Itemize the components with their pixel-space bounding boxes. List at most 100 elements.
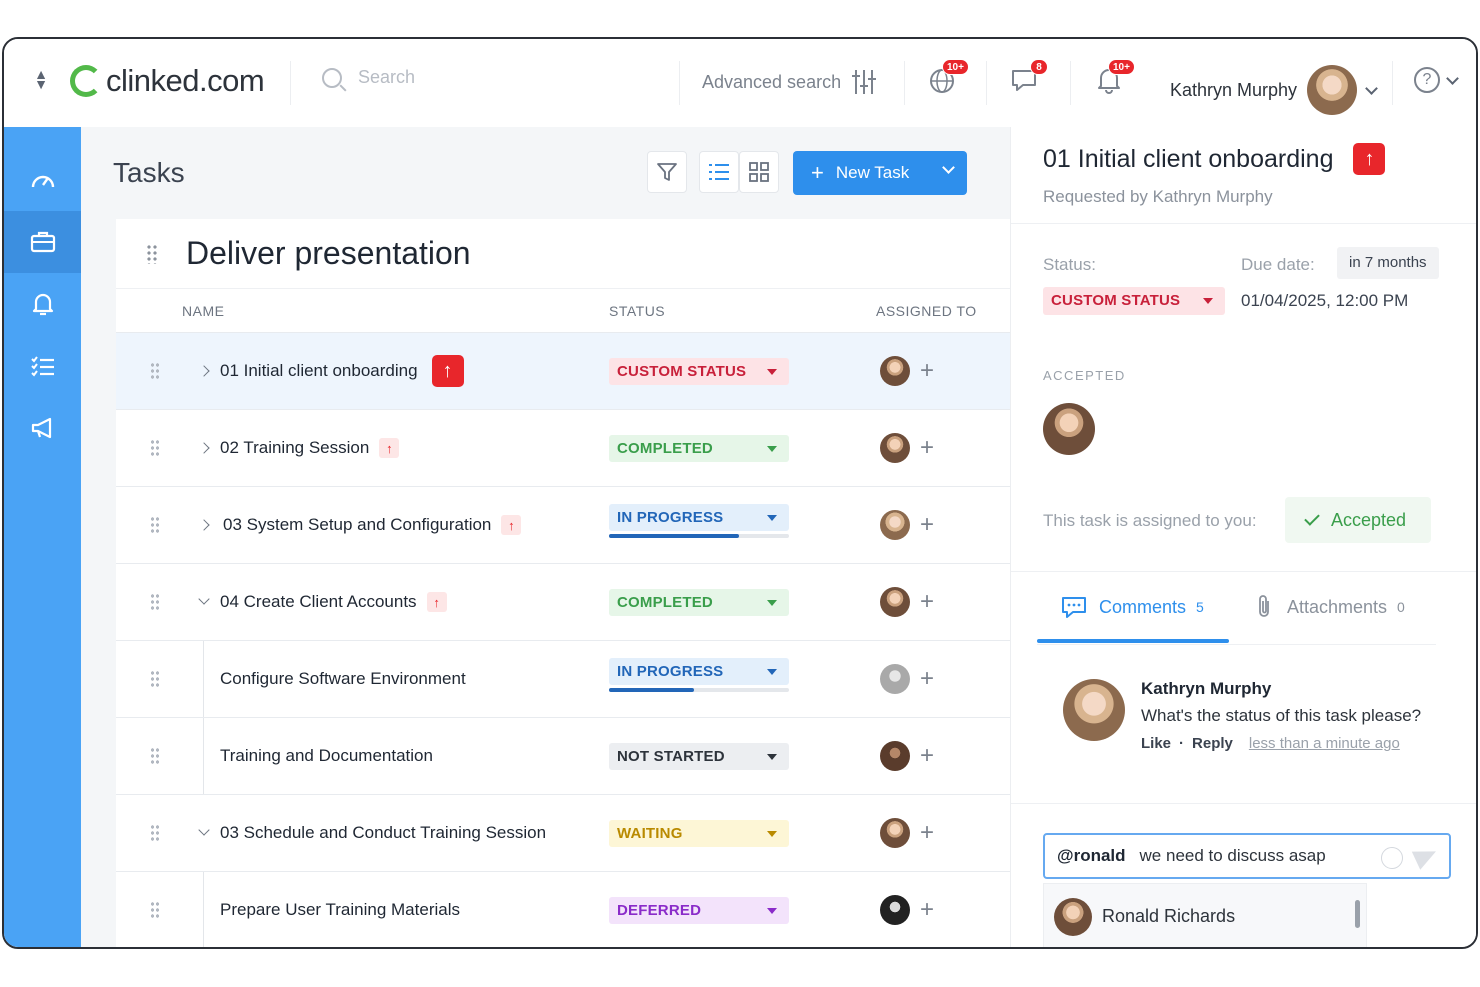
add-assignee-icon[interactable]: + <box>920 359 934 383</box>
sidebar-item-announcements[interactable] <box>4 397 81 459</box>
task-name[interactable]: Configure Software Environment <box>220 669 466 689</box>
status-dropdown[interactable]: WAITING <box>609 819 789 847</box>
assignee[interactable]: + <box>880 510 934 540</box>
reply-button[interactable]: Reply <box>1192 735 1233 752</box>
collapse-sidebar-icon[interactable]: ▲ ▼ <box>32 67 50 93</box>
messages-button[interactable]: 8 <box>1010 59 1048 97</box>
comment-time[interactable]: less than a minute ago <box>1249 735 1400 752</box>
user-menu[interactable]: Kathryn Murphy <box>1170 65 1378 115</box>
drag-handle-icon[interactable] <box>150 439 160 457</box>
drag-handle-icon[interactable] <box>150 516 160 534</box>
user-avatar <box>1307 65 1358 115</box>
globe-notifications-button[interactable]: 10+ <box>928 59 969 97</box>
send-icon[interactable] <box>1411 842 1441 870</box>
accepted-button[interactable]: Accepted <box>1285 497 1431 543</box>
search-input[interactable]: Search <box>322 67 415 88</box>
chevron-down-icon[interactable] <box>198 824 210 836</box>
grid-view-button[interactable] <box>739 151 779 193</box>
avatar <box>880 741 910 771</box>
status-dropdown[interactable]: DEFERRED <box>609 896 789 924</box>
drag-handle-icon[interactable] <box>150 747 160 765</box>
add-assignee-icon[interactable]: + <box>920 821 934 845</box>
search-placeholder: Search <box>358 67 416 87</box>
assignee[interactable]: + <box>880 356 934 386</box>
assignee[interactable]: + <box>880 587 934 617</box>
drag-handle-icon[interactable] <box>150 593 160 611</box>
detail-status-dropdown[interactable]: CUSTOM STATUS <box>1043 287 1225 315</box>
logo[interactable]: clinked.com <box>70 61 265 101</box>
like-button[interactable]: Like <box>1141 735 1171 752</box>
add-assignee-icon[interactable]: + <box>920 590 934 614</box>
drag-handle-icon[interactable] <box>150 824 160 842</box>
add-assignee-icon[interactable]: + <box>920 667 934 691</box>
table-row[interactable]: 01 Initial client onboarding ↑ CUSTOM STA… <box>116 333 1010 410</box>
task-name[interactable]: 01 Initial client onboarding ↑ <box>220 355 464 387</box>
divider <box>986 61 987 105</box>
chevron-right-icon[interactable] <box>198 519 210 531</box>
drag-handle-icon[interactable] <box>150 901 160 919</box>
status-dropdown[interactable]: NOT STARTED <box>609 742 789 770</box>
caret-down-icon <box>767 668 777 675</box>
list-view-button[interactable] <box>699 151 739 193</box>
task-name[interactable]: 03 System Setup and Configuration ↑ <box>223 515 522 535</box>
tab-comments[interactable]: Comments 5 <box>1061 572 1204 642</box>
drag-handle-icon[interactable] <box>150 670 160 688</box>
task-name[interactable]: Training and Documentation <box>220 746 433 766</box>
add-assignee-icon[interactable]: + <box>920 744 934 768</box>
status-dropdown[interactable]: CUSTOM STATUS <box>609 357 789 385</box>
help-button[interactable]: ? <box>1414 67 1459 93</box>
assignee[interactable]: + <box>880 895 934 925</box>
status-dropdown[interactable]: IN PROGRESS <box>609 657 789 685</box>
column-status[interactable]: STATUS <box>609 303 665 319</box>
sidebar-item-tasks[interactable] <box>4 211 81 273</box>
table-row[interactable]: Prepare User Training Materials DEFERRED… <box>116 872 1010 947</box>
task-name[interactable]: 04 Create Client Accounts ↑ <box>220 592 447 612</box>
column-assigned[interactable]: ASSIGNED TO <box>876 303 977 319</box>
scrollbar[interactable] <box>1355 900 1360 928</box>
table-row[interactable]: Configure Software Environment IN PROGRE… <box>116 641 1010 718</box>
add-assignee-icon[interactable]: + <box>920 898 934 922</box>
sidebar-item-dashboard[interactable] <box>4 149 81 211</box>
chevron-right-icon[interactable] <box>198 442 210 454</box>
emoji-icon[interactable] <box>1381 847 1403 869</box>
table-row[interactable]: Training and Documentation NOT STARTED + <box>116 718 1010 795</box>
filter-button[interactable] <box>647 151 687 193</box>
table-row[interactable]: 02 Training Session ↑ COMPLETED + <box>116 410 1010 487</box>
chevron-down-icon[interactable] <box>942 161 955 174</box>
assignee[interactable]: + <box>880 741 934 771</box>
sidebar-item-notifications[interactable] <box>4 273 81 335</box>
comment-input[interactable]: @ronald we need to discuss asap <box>1043 833 1451 879</box>
table-row[interactable]: 03 System Setup and Configuration ↑ IN PR… <box>116 487 1010 564</box>
tasks-panel: Tasks + New Task Deliver presentation NA… <box>81 127 1010 947</box>
chevron-down-icon[interactable] <box>198 593 210 605</box>
add-assignee-icon[interactable]: + <box>920 436 934 460</box>
mention-text: @ronald <box>1057 846 1126 865</box>
comment-author[interactable]: Kathryn Murphy <box>1141 679 1271 699</box>
add-assignee-icon[interactable]: + <box>920 513 934 537</box>
chevron-right-icon[interactable] <box>198 365 210 377</box>
task-name[interactable]: Prepare User Training Materials <box>220 900 460 920</box>
task-name[interactable]: 03 Schedule and Conduct Training Session <box>220 823 546 843</box>
sidebar <box>4 127 81 947</box>
sliders-icon <box>851 69 877 95</box>
assignee[interactable]: + <box>880 818 934 848</box>
assignee[interactable]: + <box>880 664 934 694</box>
status-dropdown[interactable]: IN PROGRESS <box>609 503 789 531</box>
task-name[interactable]: 02 Training Session ↑ <box>220 438 400 458</box>
advanced-search-button[interactable]: Advanced search <box>702 69 877 95</box>
status-dropdown[interactable]: COMPLETED <box>609 434 789 462</box>
divider <box>1011 803 1476 804</box>
drag-handle-icon[interactable] <box>150 362 160 380</box>
tab-attachments[interactable]: Attachments 0 <box>1255 572 1405 642</box>
sidebar-item-checklist[interactable] <box>4 335 81 397</box>
assignee[interactable]: + <box>880 433 934 463</box>
status-dropdown[interactable]: COMPLETED <box>609 588 789 616</box>
drag-handle-icon[interactable] <box>146 243 158 264</box>
new-task-button[interactable]: + New Task <box>793 151 967 195</box>
due-date-value[interactable]: 01/04/2025, 12:00 PM <box>1241 291 1408 311</box>
table-row[interactable]: 04 Create Client Accounts ↑ COMPLETED + <box>116 564 1010 641</box>
table-row[interactable]: 03 Schedule and Conduct Training Session… <box>116 795 1010 872</box>
mention-suggestion[interactable]: Ronald Richards <box>1043 883 1367 947</box>
column-name[interactable]: NAME <box>182 303 224 319</box>
notifications-button[interactable]: 10+ <box>1094 59 1135 97</box>
